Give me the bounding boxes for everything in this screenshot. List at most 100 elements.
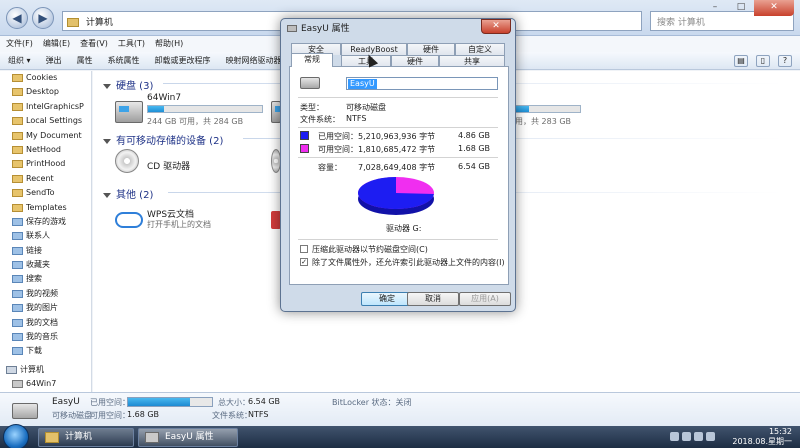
used-gb: 4.86 GB [458,131,491,140]
details-free-label: 可用空间： [90,411,130,420]
separator [298,157,498,158]
menu-tools[interactable]: 工具(T) [118,36,145,52]
volume-icon[interactable] [694,432,703,441]
sidebar-item-local-settings[interactable]: Local Settings [0,114,91,128]
cd-drive-icon [115,149,139,173]
sidebar-item-my-pictures[interactable]: 我的图片 [0,301,91,315]
input-icon[interactable] [706,432,715,441]
menu-edit[interactable]: 编辑(E) [43,36,70,52]
usb-drive-icon [12,403,38,419]
compress-checkbox[interactable] [300,245,308,253]
taskbar-computer[interactable]: 计算机 [38,428,134,447]
sidebar-item-my-docs-cn[interactable]: 我的文档 [0,316,91,330]
maximize-button[interactable]: □ [728,0,754,16]
start-button[interactable] [3,424,29,448]
preview-pane-icon[interactable]: ▯ [756,55,770,67]
folder-icon [12,261,23,270]
tab-customize[interactable]: 自定义 [455,43,505,55]
group-hard-disks[interactable]: 硬盘 (3) [103,77,153,92]
drive-name-input[interactable]: EasyU [346,77,498,90]
details-fs-label: 文件系统： [212,411,252,420]
view-options-icon[interactable]: ▤ [734,55,748,67]
tab-general[interactable]: 常规 [291,53,333,67]
menu-file[interactable]: 文件(F) [6,36,33,52]
type-label: 类型： [300,103,324,112]
sidebar-item-sendto[interactable]: SendTo [0,186,91,200]
usb-drive-icon [287,25,297,32]
tab-readyboost[interactable]: ReadyBoost [341,43,407,55]
sidebar-item-downloads[interactable]: 下载 [0,344,91,358]
drive-64win7-capacity-bar [147,105,263,113]
sidebar-item-links[interactable]: 链接 [0,244,91,258]
minimize-button[interactable]: – [702,0,728,16]
usb-drive-icon [145,432,159,443]
flag-icon[interactable] [682,432,691,441]
forward-button[interactable]: ▶ [32,7,54,29]
folder-icon [12,246,23,255]
folder-icon [12,174,23,183]
sidebar-item-favorites[interactable]: 收藏夹 [0,258,91,272]
details-total-label: 总大小： [218,398,250,407]
sidebar-item-my-music[interactable]: 我的音乐 [0,330,91,344]
sidebar-item-templates[interactable]: Templates [0,201,91,215]
sidebar-item-my-documents[interactable]: My Document [0,129,91,143]
clock[interactable]: 15:32 2018.08.星期一 [722,427,792,447]
group-other[interactable]: 其他 (2) [103,186,153,201]
system-tray: 15:32 2018.08.星期一 [666,426,796,448]
sidebar-item-desktop[interactable]: Desktop [0,85,91,99]
cloud-icon [115,212,143,228]
sidebar-item-computer[interactable]: 计算机 [0,363,91,377]
drive-icon [12,380,23,389]
capacity-label: 容量： [318,163,342,172]
sidebar-item-cookies[interactable]: Cookies [0,71,91,85]
window-controls: – □ ✕ [702,0,794,16]
sidebar-item-saved-games[interactable]: 保存的游戏 [0,215,91,229]
details-type: 可移动磁盘 [52,411,92,420]
dialog-close-button[interactable]: ✕ [481,19,511,34]
tab-hardware-top[interactable]: 硬件 [407,43,455,55]
drive-64win7-name[interactable]: 64Win7 [147,93,181,103]
apply-button[interactable]: 应用(A) [459,292,511,306]
uninstall-button[interactable]: 卸载或更改程序 [155,52,211,69]
separator [298,127,498,128]
ok-button[interactable]: 确定 [361,292,413,306]
properties-button[interactable]: 属性 [77,52,93,69]
group-removable[interactable]: 有可移动存储的设备 (2) [103,132,223,147]
taskbar-easyu-properties[interactable]: EasyU 属性 [138,428,238,447]
network-icon[interactable] [670,432,679,441]
cd-drive-name[interactable]: CD 驱动器 [147,159,190,172]
eject-button[interactable]: 弹出 [46,52,62,69]
map-drive-button[interactable]: 映射网络驱动器 [226,52,282,69]
sidebar-item-drive-64win7[interactable]: 64Win7 [0,377,91,391]
free-label: 可用空间： [318,145,358,154]
sidebar-item-nethood[interactable]: NetHood [0,143,91,157]
back-button[interactable]: ◀ [6,7,28,29]
collapse-arrow-icon [103,192,111,198]
system-properties-button[interactable]: 系统属性 [108,52,140,69]
sidebar-item-printhood[interactable]: PrintHood [0,157,91,171]
sidebar-item-contacts[interactable]: 联系人 [0,229,91,243]
collapse-arrow-icon [103,83,111,89]
folder-icon [12,131,23,140]
cancel-button[interactable]: 取消 [407,292,459,306]
folder-icon [12,203,23,212]
capacity-fill [148,106,164,112]
drive-3-space: 用，共 283 GB [515,117,572,126]
sidebar-item-my-videos[interactable]: 我的视频 [0,287,91,301]
menu-view[interactable]: 查看(V) [80,36,108,52]
index-checkbox[interactable]: ✓ [300,258,308,266]
help-icon[interactable]: ? [778,55,792,67]
sidebar-item-intelgraphics[interactable]: IntelGraphicsP [0,100,91,114]
menu-help[interactable]: 帮助(H) [155,36,183,52]
capacity-bytes: 7,028,649,408 字节 [358,163,436,172]
sidebar-item-searches[interactable]: 搜索 [0,272,91,286]
close-button[interactable]: ✕ [754,0,794,16]
organize-button[interactable]: 组织 ▾ [8,52,31,69]
index-label: 除了文件属性外，还允许索引此驱动器上文件的内容(I) [312,258,505,267]
sidebar-item-recent[interactable]: Recent [0,172,91,186]
hard-drive-icon [115,101,143,123]
clock-time: 15:32 [768,427,792,436]
details-name: EasyU [52,397,80,407]
free-bytes: 1,810,685,472 字节 [358,145,436,154]
collapse-arrow-icon [103,138,111,144]
